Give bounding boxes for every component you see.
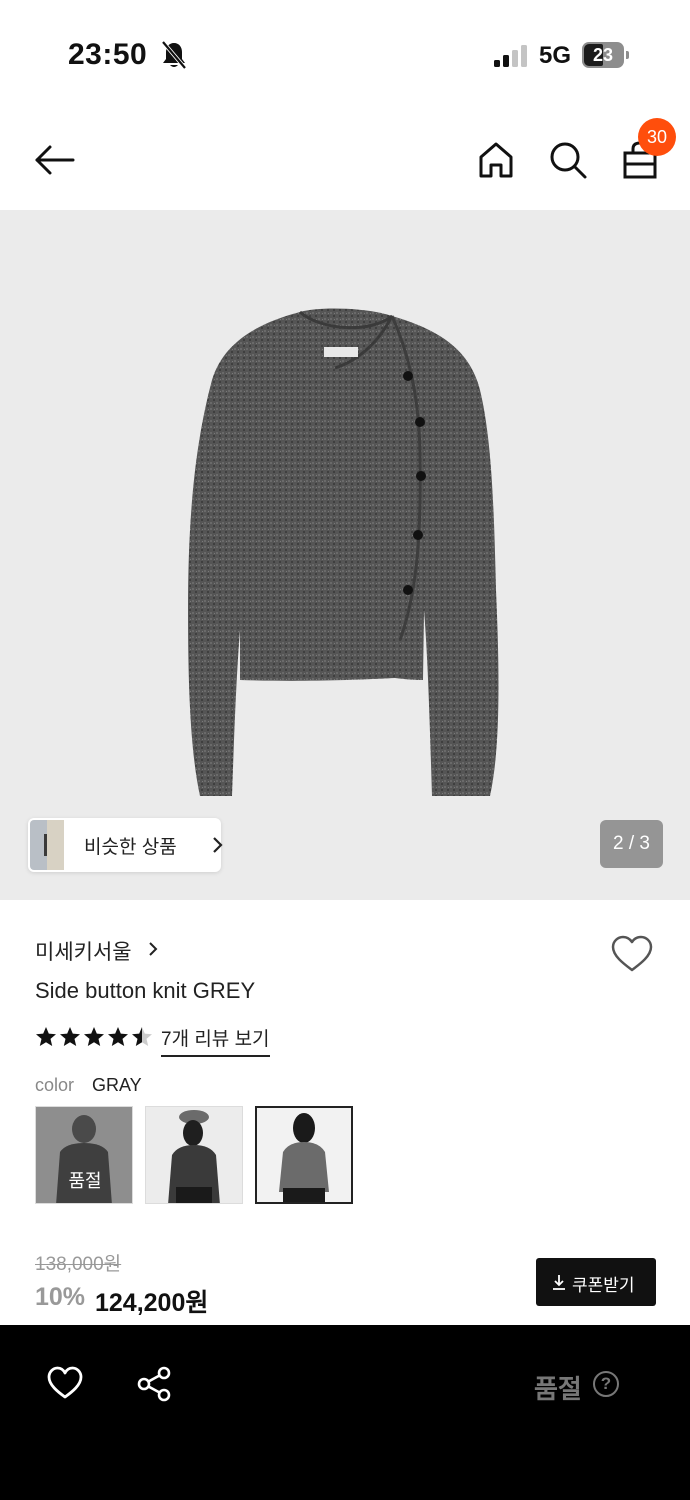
brand-link[interactable]: 미세키서울 [35, 936, 132, 966]
network-type: 5G [539, 42, 572, 69]
wishlist-heart-icon[interactable] [46, 1365, 84, 1401]
swatch-model-image [257, 1108, 351, 1202]
chevron-right-icon [149, 942, 158, 956]
battery-icon: 23 [582, 42, 630, 68]
similar-product-thumbnail [30, 820, 64, 870]
color-option-value: GRAY [92, 1075, 142, 1095]
back-arrow-icon[interactable] [32, 138, 76, 182]
sold-out-label: 품절 [68, 1171, 102, 1191]
coupon-label: 쿠폰받기 [572, 1276, 635, 1295]
color-option-label: color [35, 1075, 75, 1095]
product-image-sweater [188, 308, 499, 796]
swatch-model-image [146, 1107, 242, 1203]
wishlist-heart-icon[interactable] [610, 934, 654, 974]
share-icon[interactable] [135, 1365, 173, 1403]
help-icon[interactable]: ? [593, 1371, 619, 1397]
color-swatch-3-selected[interactable] [255, 1106, 353, 1204]
signal-icon [494, 45, 527, 67]
color-swatch-2[interactable] [145, 1106, 243, 1204]
similar-products-label: 비슷한 상품 [84, 837, 177, 858]
gallery-page-indicator: 2 / 3 [600, 820, 663, 868]
discount-rate: 10% [35, 1283, 86, 1311]
sold-out-status: 품절 [534, 1374, 582, 1404]
product-image-gallery[interactable] [0, 210, 690, 900]
product-name: Side button knit GREY [35, 978, 256, 1003]
home-icon[interactable] [474, 138, 518, 182]
status-time: 23:50 [68, 38, 148, 71]
bell-off-icon [161, 40, 187, 70]
cart-count-badge: 30 [638, 118, 676, 156]
original-price: 138,000원 [35, 1254, 122, 1275]
color-swatch-1[interactable]: 품절 [35, 1106, 133, 1204]
download-icon [553, 1275, 565, 1290]
search-icon[interactable] [546, 138, 590, 182]
bottom-action-bar: 품절 ? [0, 1325, 690, 1500]
battery-level: 23 [592, 45, 614, 65]
app-header [0, 110, 690, 210]
sale-price: 124,200원 [95, 1289, 209, 1317]
review-link[interactable]: 7개 리뷰 보기 [161, 1024, 270, 1057]
rating-stars-icon [36, 1027, 152, 1046]
status-bar: 23:50 5G 23 [0, 0, 690, 110]
similar-products-button[interactable]: 비슷한 상품 [28, 818, 223, 872]
chevron-right-icon [213, 837, 223, 853]
coupon-download-button[interactable]: 쿠폰받기 [536, 1258, 656, 1306]
